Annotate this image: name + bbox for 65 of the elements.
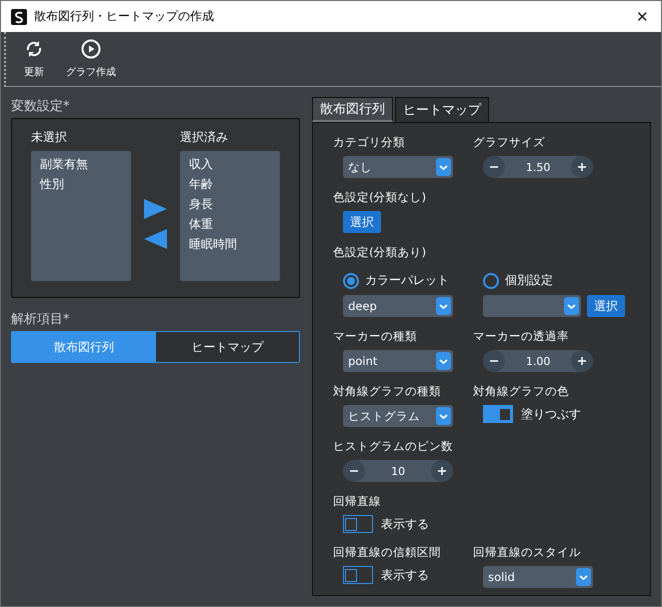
field-label: 色設定(分類あり): [333, 245, 428, 260]
field-label: カテゴリ分類: [333, 135, 406, 150]
app-logo-icon: [11, 8, 27, 24]
section-title: 変数設定*: [11, 98, 70, 115]
refresh-icon: [24, 39, 44, 59]
chevron-down-icon: [436, 297, 452, 315]
list-item[interactable]: 身長: [189, 194, 280, 214]
tab[interactable]: ヒートマップ: [395, 97, 490, 122]
dropdown[interactable]: point: [343, 350, 454, 372]
list-item[interactable]: 収入: [189, 154, 280, 174]
minus-button[interactable]: [483, 156, 506, 178]
field-label: 対角線グラフの種類: [333, 384, 442, 399]
select-button[interactable]: 選択: [343, 211, 382, 233]
field-label: 回帰直線の信頼区間: [333, 545, 442, 560]
plus-icon: [577, 162, 588, 172]
list-item[interactable]: 年齢: [189, 174, 280, 194]
field-label: 回帰直線のスタイル: [473, 545, 582, 560]
plus-button[interactable]: [431, 460, 454, 482]
toggle-switch[interactable]: 塗りつぶす: [483, 405, 582, 423]
field-label: 対角線グラフの色: [473, 384, 570, 399]
chevron-down-icon: [564, 297, 580, 315]
field-label: ヒストグラムのビン数: [333, 439, 454, 454]
plus-button[interactable]: [571, 156, 594, 178]
list-item[interactable]: 睡眠時間: [189, 234, 280, 254]
list-item[interactable]: 副業有無: [40, 154, 131, 174]
chevron-down-icon: [436, 158, 452, 176]
list-item[interactable]: 体重: [189, 214, 280, 234]
plus-icon: [577, 356, 588, 366]
number-spinner[interactable]: 1.00: [483, 350, 594, 372]
close-button[interactable]: ✕: [634, 8, 651, 26]
field-label: マーカーの透過率: [473, 329, 570, 344]
minus-button[interactable]: [343, 460, 366, 482]
dropdown[interactable]: なし: [343, 156, 454, 178]
field-label: マーカーの種類: [333, 329, 418, 344]
play-icon: [81, 39, 101, 59]
dropdown[interactable]: solid: [483, 566, 594, 588]
toggle-switch[interactable]: 表示する: [343, 515, 430, 533]
window-title: 散布図行列・ヒートマップの作成: [34, 8, 215, 25]
list-title: 選択済み: [180, 129, 229, 146]
plus-button[interactable]: [571, 350, 594, 372]
chevron-down-icon: [436, 352, 452, 370]
number-spinner[interactable]: 10: [343, 460, 454, 482]
select-button[interactable]: 選択: [587, 295, 626, 317]
segment-button[interactable]: ヒートマップ: [156, 332, 300, 362]
toggle-switch[interactable]: 表示する: [343, 566, 430, 584]
radio-button[interactable]: 個別設定: [483, 272, 554, 289]
list-item[interactable]: 性別: [40, 174, 131, 194]
field-label: グラフサイズ: [473, 135, 546, 150]
section-title: 解析項目*: [11, 311, 70, 328]
dropdown[interactable]: deep: [343, 295, 454, 317]
chevron-down-icon: [436, 407, 452, 425]
move-right-icon[interactable]: [143, 197, 168, 221]
dropdown[interactable]: ヒストグラム: [343, 405, 454, 427]
radio-button[interactable]: カラーパレット: [343, 272, 450, 289]
list-title: 未選択: [31, 129, 68, 146]
number-spinner[interactable]: 1.50: [483, 156, 594, 178]
move-left-icon[interactable]: [143, 227, 168, 251]
minus-button[interactable]: [483, 350, 506, 372]
field-label: 色設定(分類なし): [333, 190, 428, 205]
tab[interactable]: 散布図行列: [312, 97, 394, 122]
create-graph-button[interactable]: グラフ作成: [62, 39, 120, 79]
plus-icon: [437, 466, 448, 476]
refresh-button[interactable]: 更新: [20, 39, 48, 79]
field-label: 回帰直線: [333, 494, 382, 509]
chevron-down-icon: [576, 568, 592, 586]
